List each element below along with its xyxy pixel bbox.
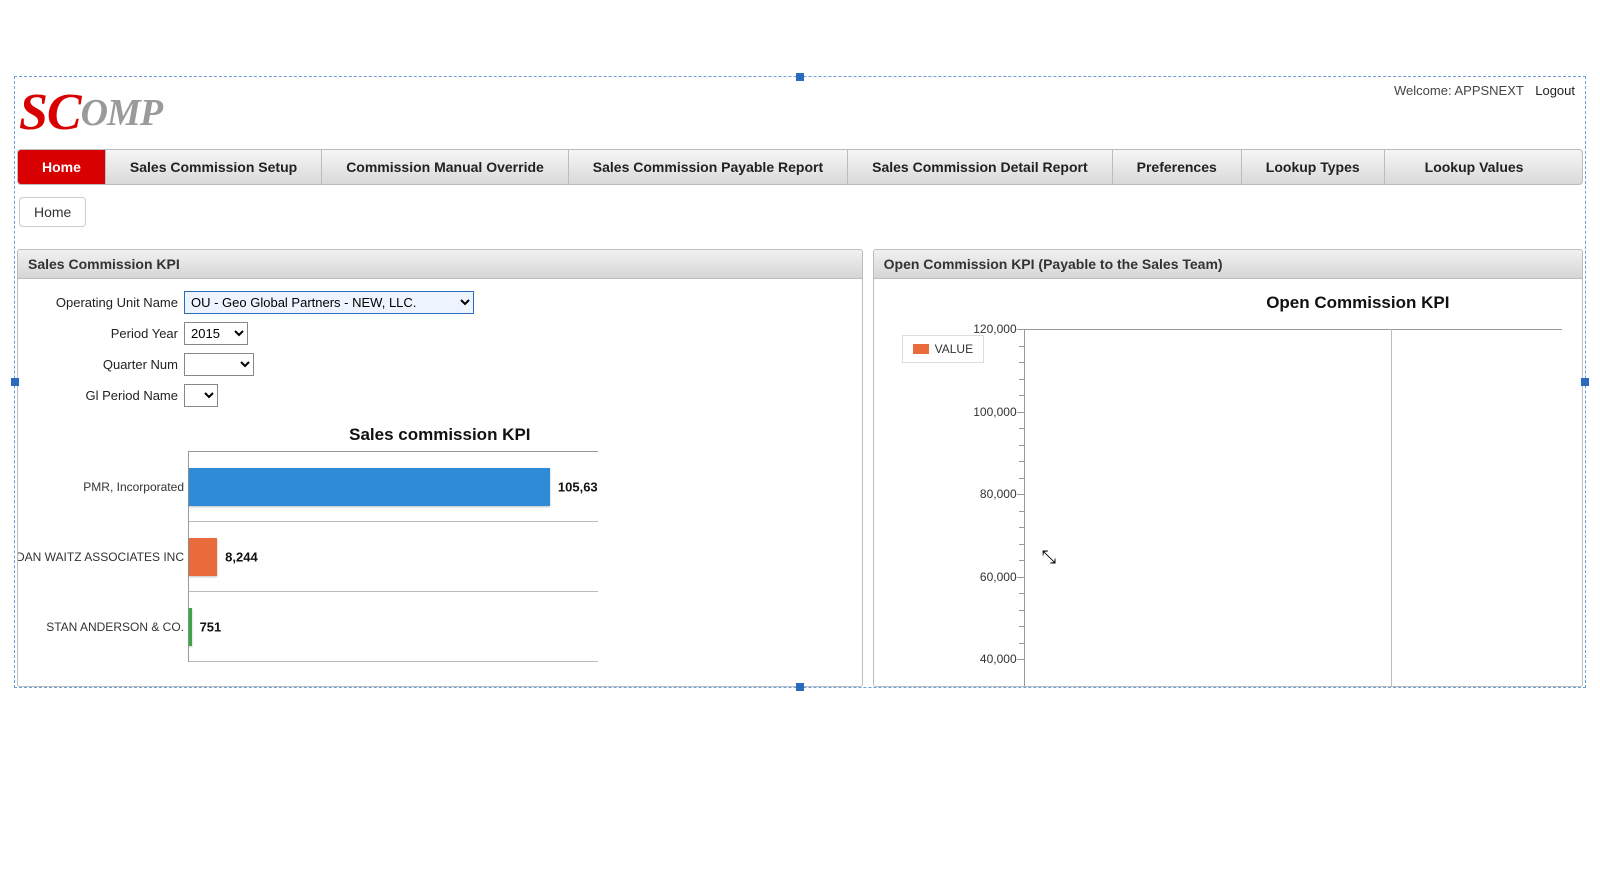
y-axis-minor-tick bbox=[1019, 560, 1025, 561]
chart-top-gridline bbox=[1025, 329, 1562, 330]
filter-form: Operating Unit Name OU - Geo Global Part… bbox=[28, 291, 852, 407]
user-bar: Welcome: APPSNEXT Logout bbox=[1394, 83, 1575, 98]
quarter-num-select[interactable] bbox=[184, 353, 254, 376]
nav-sales-commission-setup[interactable]: Sales Commission Setup bbox=[106, 150, 322, 184]
y-axis-major-tick bbox=[1017, 329, 1025, 330]
selection-handle-icon bbox=[796, 683, 804, 691]
logo-gray: OMP bbox=[81, 92, 162, 134]
y-axis-minor-tick bbox=[1019, 544, 1025, 545]
welcome-label: Welcome: bbox=[1394, 83, 1452, 98]
y-axis-minor-tick bbox=[1019, 346, 1025, 347]
y-axis-minor-tick bbox=[1019, 610, 1025, 611]
y-axis-tick-label: 80,000 bbox=[967, 487, 1017, 501]
y-axis-major-tick bbox=[1017, 494, 1025, 495]
nav-lookup-types[interactable]: Lookup Types bbox=[1242, 150, 1385, 184]
nav-home[interactable]: Home bbox=[18, 150, 106, 184]
filter-row-gl-period: Gl Period Name bbox=[28, 384, 852, 407]
selection-handle-icon bbox=[11, 378, 19, 386]
y-axis-major-tick bbox=[1017, 577, 1025, 578]
user-name: APPSNEXT bbox=[1454, 83, 1523, 98]
chart-value-label: 751 bbox=[200, 619, 222, 634]
y-axis-minor-tick bbox=[1019, 445, 1025, 446]
nav-preferences[interactable]: Preferences bbox=[1113, 150, 1242, 184]
y-axis-minor-tick bbox=[1019, 626, 1025, 627]
y-axis-major-tick bbox=[1017, 659, 1025, 660]
gl-period-select[interactable] bbox=[184, 384, 218, 407]
selection-handle-icon bbox=[796, 73, 804, 81]
breadcrumb[interactable]: Home bbox=[19, 197, 86, 227]
filter-row-operating-unit: Operating Unit Name OU - Geo Global Part… bbox=[28, 291, 852, 314]
legend-swatch-icon bbox=[913, 344, 929, 354]
logout-link[interactable]: Logout bbox=[1535, 83, 1575, 98]
logo-red: SC bbox=[19, 84, 81, 141]
chart-right-gridline bbox=[1391, 329, 1392, 686]
open-commission-kpi-panel: Open Commission KPI (Payable to the Sale… bbox=[873, 249, 1583, 687]
sales-commission-kpi-body: Operating Unit Name OU - Geo Global Part… bbox=[18, 279, 862, 686]
y-axis-tick-label: 60,000 bbox=[967, 570, 1017, 584]
y-axis-minor-tick bbox=[1019, 511, 1025, 512]
chart-category-label: STAN ANDERSON & CO. bbox=[18, 620, 184, 634]
quarter-num-label: Quarter Num bbox=[28, 357, 178, 372]
chart-bar-row: STAN ANDERSON & CO.751 bbox=[189, 592, 598, 662]
nav-commission-manual-override[interactable]: Commission Manual Override bbox=[322, 150, 569, 184]
y-axis-tick-label: 100,000 bbox=[967, 405, 1017, 419]
y-axis-minor-tick bbox=[1019, 643, 1025, 644]
period-year-label: Period Year bbox=[28, 326, 178, 341]
open-kpi-y-axis-chart: 120,000100,00080,00060,00040,000 bbox=[1024, 329, 1562, 686]
dashboard-panels: Sales Commission KPI Operating Unit Name… bbox=[17, 249, 1583, 687]
open-commission-kpi-body: Open Commission KPI VALUE 120,000100,000… bbox=[874, 279, 1582, 686]
open-kpi-chart-title: Open Commission KPI bbox=[1144, 293, 1572, 313]
selection-handle-icon bbox=[1581, 378, 1589, 386]
y-axis-minor-tick bbox=[1019, 428, 1025, 429]
operating-unit-select[interactable]: OU - Geo Global Partners - NEW, LLC. bbox=[184, 291, 474, 314]
chart-value-label: 105,63 bbox=[558, 479, 598, 494]
y-axis-tick-label: 40,000 bbox=[967, 652, 1017, 666]
chart-bar bbox=[189, 468, 550, 506]
nav-sales-commission-detail-report[interactable]: Sales Commission Detail Report bbox=[848, 150, 1113, 184]
y-axis-minor-tick bbox=[1019, 379, 1025, 380]
chart-bar bbox=[189, 608, 192, 646]
chart-bar-row: PMR, Incorporated105,63 bbox=[189, 452, 598, 522]
chart-category-label: PMR, Incorporated bbox=[18, 480, 184, 494]
nav-sales-commission-payable-report[interactable]: Sales Commission Payable Report bbox=[569, 150, 848, 184]
chart-bar bbox=[189, 538, 217, 576]
y-axis-minor-tick bbox=[1019, 362, 1025, 363]
operating-unit-label: Operating Unit Name bbox=[28, 295, 178, 310]
period-year-select[interactable]: 2015 bbox=[184, 322, 248, 345]
y-axis-tick-label: 120,000 bbox=[967, 322, 1017, 336]
sales-kpi-chart-title: Sales commission KPI bbox=[28, 425, 852, 445]
y-axis-major-tick bbox=[1017, 412, 1025, 413]
nav-lookup-values[interactable]: Lookup Values bbox=[1385, 150, 1582, 184]
gl-period-label: Gl Period Name bbox=[28, 388, 178, 403]
y-axis-minor-tick bbox=[1019, 478, 1025, 479]
main-nav: Home Sales Commission Setup Commission M… bbox=[17, 149, 1583, 185]
sales-commission-kpi-title: Sales Commission KPI bbox=[18, 250, 862, 279]
open-kpi-legend: VALUE bbox=[902, 335, 984, 363]
chart-category-label: DAN WAITZ ASSOCIATES INC bbox=[18, 550, 184, 564]
chart-bar-row: DAN WAITZ ASSOCIATES INC8,244 bbox=[189, 522, 598, 592]
open-commission-kpi-title: Open Commission KPI (Payable to the Sale… bbox=[874, 250, 1582, 279]
app-logo: SCOMP bbox=[19, 83, 162, 142]
chart-value-label: 8,244 bbox=[225, 549, 258, 564]
app-frame: Welcome: APPSNEXT Logout SCOMP Home Sale… bbox=[14, 76, 1586, 688]
filter-row-period-year: Period Year 2015 bbox=[28, 322, 852, 345]
y-axis-minor-tick bbox=[1019, 593, 1025, 594]
sales-kpi-bar-chart: PMR, Incorporated105,63DAN WAITZ ASSOCIA… bbox=[188, 451, 598, 662]
y-axis-minor-tick bbox=[1019, 395, 1025, 396]
filter-row-quarter-num: Quarter Num bbox=[28, 353, 852, 376]
sales-commission-kpi-panel: Sales Commission KPI Operating Unit Name… bbox=[17, 249, 863, 687]
y-axis-minor-tick bbox=[1019, 527, 1025, 528]
y-axis-minor-tick bbox=[1019, 461, 1025, 462]
legend-label: VALUE bbox=[935, 342, 973, 356]
